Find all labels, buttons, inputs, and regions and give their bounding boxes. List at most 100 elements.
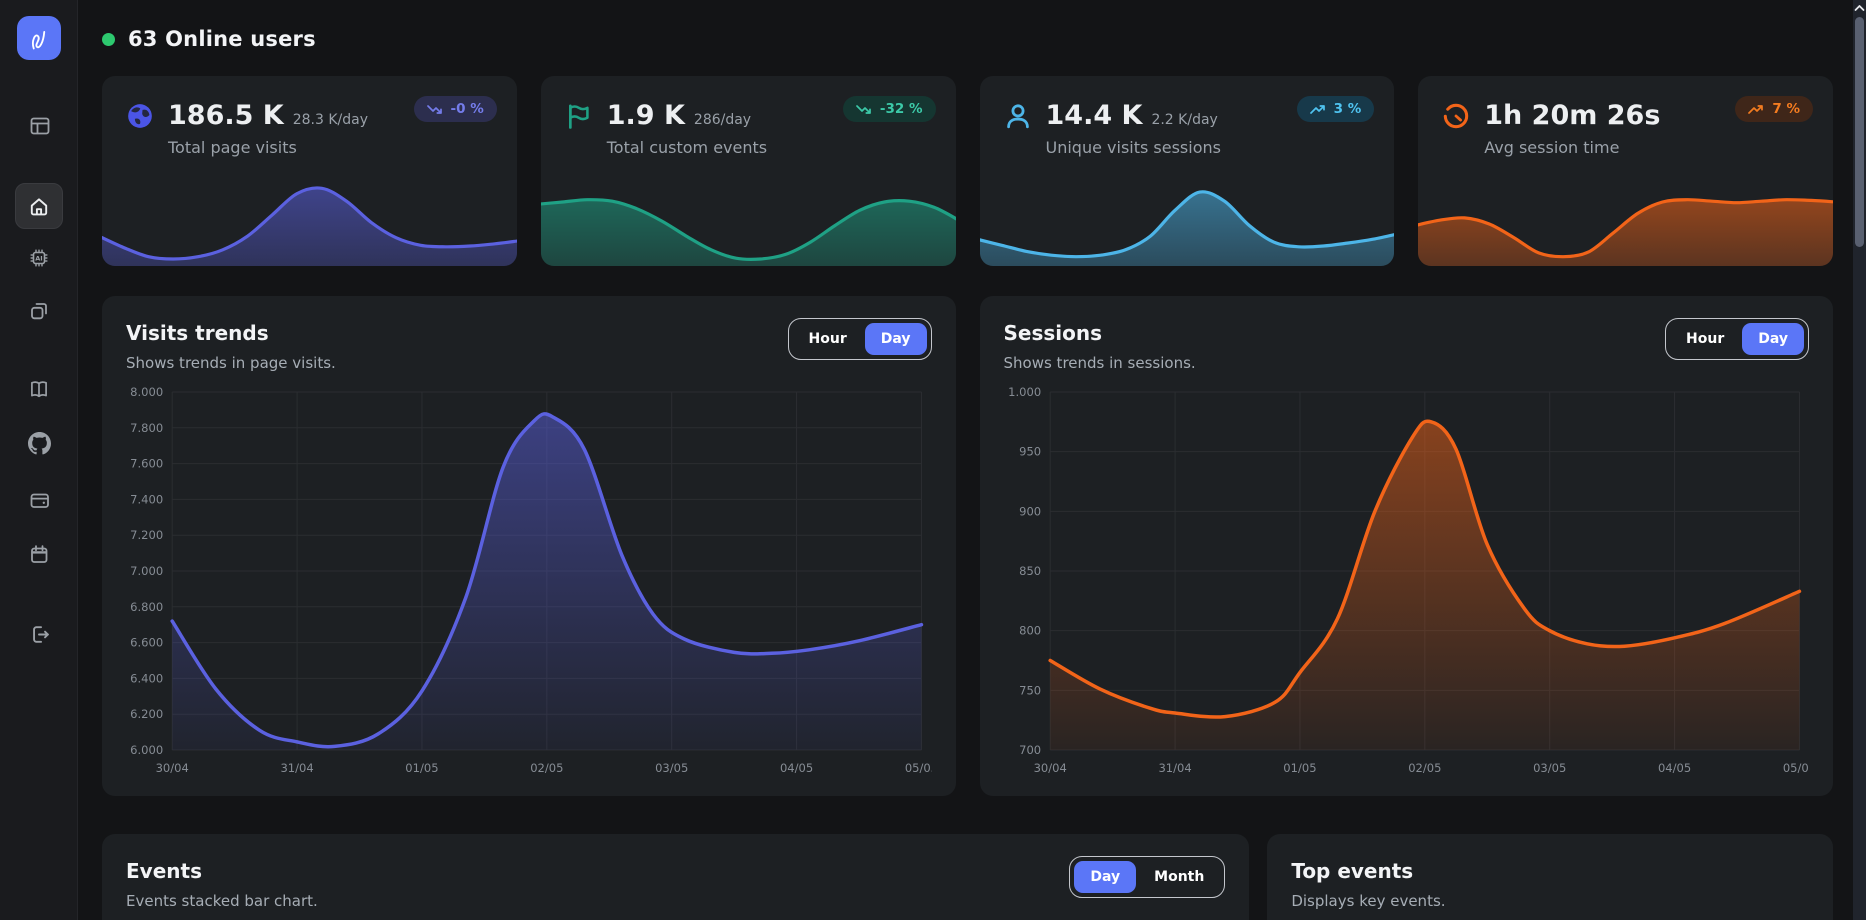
card-total-page-visits[interactable]: 186.5 K 28.3 K/day Total page visits -0 %	[102, 76, 517, 266]
svg-text:6.400: 6.400	[130, 671, 163, 685]
svg-text:04/05: 04/05	[1657, 761, 1690, 775]
sidebar: AI	[0, 0, 78, 920]
trend-badge: 7 %	[1735, 96, 1813, 122]
svg-text:31/04: 31/04	[280, 761, 313, 775]
svg-text:04/05: 04/05	[780, 761, 813, 775]
svg-text:7.800: 7.800	[130, 421, 163, 435]
svg-text:1.000: 1.000	[1008, 385, 1041, 399]
svg-text:8.000: 8.000	[130, 385, 163, 399]
toggle-hour-button[interactable]: Hour	[1670, 323, 1740, 355]
sessions-chart: 1.00095090085080075070030/0431/0401/0502…	[1004, 382, 1810, 786]
events-interval-toggle: Day Month	[1069, 856, 1225, 898]
trend-down-icon	[856, 103, 872, 116]
trend-badge: 3 %	[1297, 96, 1375, 122]
ai-chip-icon: AI	[28, 247, 50, 269]
sidebar-item-github[interactable]	[0, 432, 78, 455]
svg-text:750: 750	[1019, 683, 1041, 697]
svg-text:03/05: 03/05	[1533, 761, 1566, 775]
home-icon	[28, 195, 50, 217]
sidebar-item-logout[interactable]	[0, 623, 78, 646]
panel-title: Events	[126, 859, 318, 883]
sessions-interval-toggle: Hour Day	[1665, 318, 1809, 360]
svg-text:7.600: 7.600	[130, 457, 163, 471]
svg-text:7.400: 7.400	[130, 492, 163, 506]
card-avg-session-time[interactable]: 1h 20m 26s Avg session time 7 %	[1418, 76, 1833, 266]
card-unique-visits-sessions[interactable]: 14.4 K2.2 K/day Unique visits sessions 3…	[980, 76, 1395, 266]
svg-text:01/05: 01/05	[1283, 761, 1316, 775]
panel-subtitle: Shows trends in page visits.	[126, 354, 336, 372]
card-label: Unique visits sessions	[1046, 138, 1221, 157]
card-rate: 2.2 K/day	[1151, 112, 1217, 128]
sidebar-item-calendar[interactable]	[0, 543, 78, 565]
svg-text:01/05: 01/05	[405, 761, 438, 775]
panel-subtitle: Events stacked bar chart.	[126, 892, 318, 910]
card-value: 1.9 K	[607, 100, 685, 131]
online-users-header: 63 Online users	[102, 26, 1833, 52]
sidebar-item-docs[interactable]	[0, 378, 78, 400]
badge-value: 7 %	[1772, 101, 1800, 117]
sidebar-item-ai[interactable]: AI	[0, 247, 78, 269]
svg-text:700: 700	[1019, 743, 1041, 757]
sidebar-item-home[interactable]	[15, 183, 63, 229]
svg-text:850: 850	[1019, 564, 1041, 578]
card-label: Total page visits	[168, 138, 368, 157]
panel-title: Visits trends	[126, 321, 336, 345]
online-status-dot	[102, 33, 115, 46]
trend-down-icon	[427, 103, 443, 116]
globe-icon	[126, 102, 154, 130]
card-total-custom-events[interactable]: 1.9 K 286/day Total custom events -32 %	[541, 76, 956, 266]
card-value: 1h 20m 26s	[1484, 100, 1660, 131]
svg-text:800: 800	[1019, 624, 1041, 638]
svg-text:30/04: 30/04	[156, 761, 189, 775]
sessions-panel: Sessions Shows trends in sessions. Hour …	[980, 296, 1834, 796]
github-icon	[28, 432, 51, 455]
bottom-row: Events Events stacked bar chart. Day Mon…	[102, 834, 1833, 920]
card-rate: 286/day	[694, 112, 751, 128]
toggle-day-button[interactable]: Day	[1742, 323, 1804, 355]
svg-text:02/05: 02/05	[1408, 761, 1441, 775]
events-panel: Events Events stacked bar chart. Day Mon…	[102, 834, 1249, 920]
toggle-day-button[interactable]: Day	[1074, 861, 1136, 893]
svg-text:7.200: 7.200	[130, 528, 163, 542]
scrollbar-thumb[interactable]	[1855, 17, 1864, 247]
card-sparkline-chart	[980, 178, 1395, 266]
card-rate: 28.3 K/day	[293, 112, 368, 128]
svg-text:6.800: 6.800	[130, 600, 163, 614]
top-events-panel: Top events Displays key events.	[1267, 834, 1833, 920]
sidebar-item-wallet[interactable]	[0, 489, 78, 511]
panel-subtitle: Shows trends in sessions.	[1004, 354, 1196, 372]
book-icon	[28, 378, 50, 400]
scroll-up-arrow-icon[interactable]	[1853, 2, 1866, 14]
svg-text:7.000: 7.000	[130, 564, 163, 578]
panel-subtitle: Displays key events.	[1291, 892, 1445, 910]
sidebar-item-pages[interactable]	[0, 300, 78, 322]
svg-text:AI: AI	[35, 255, 42, 263]
toggle-month-button[interactable]: Month	[1138, 861, 1220, 893]
svg-text:6.200: 6.200	[130, 707, 163, 721]
badge-value: -32 %	[880, 101, 923, 117]
wallet-icon	[28, 489, 50, 511]
toggle-hour-button[interactable]: Hour	[793, 323, 863, 355]
trend-badge: -32 %	[843, 96, 936, 122]
timer-icon	[1442, 102, 1470, 130]
card-value: 186.5 K	[168, 100, 284, 131]
app-logo[interactable]	[17, 16, 61, 60]
sidebar-item-panels[interactable]	[0, 114, 78, 136]
charts-row: Visits trends Shows trends in page visit…	[102, 296, 1833, 796]
visits-interval-toggle: Hour Day	[788, 318, 932, 360]
logout-icon	[28, 623, 51, 646]
panel-title: Sessions	[1004, 321, 1196, 345]
trend-badge: -0 %	[414, 96, 497, 122]
vertical-scrollbar[interactable]	[1853, 0, 1866, 920]
panels-icon	[28, 114, 50, 136]
person-icon	[1004, 102, 1032, 130]
svg-text:05/05: 05/05	[1782, 761, 1809, 775]
trend-up-icon	[1310, 103, 1326, 116]
card-label: Total custom events	[607, 138, 767, 157]
logo-wave-icon	[25, 24, 53, 52]
svg-text:6.600: 6.600	[130, 636, 163, 650]
toggle-day-button[interactable]: Day	[865, 323, 927, 355]
calendar-icon	[28, 543, 50, 565]
main-content: 63 Online users 186.5 K 28.3 K/day Total …	[78, 0, 1866, 920]
svg-text:6.000: 6.000	[130, 743, 163, 757]
